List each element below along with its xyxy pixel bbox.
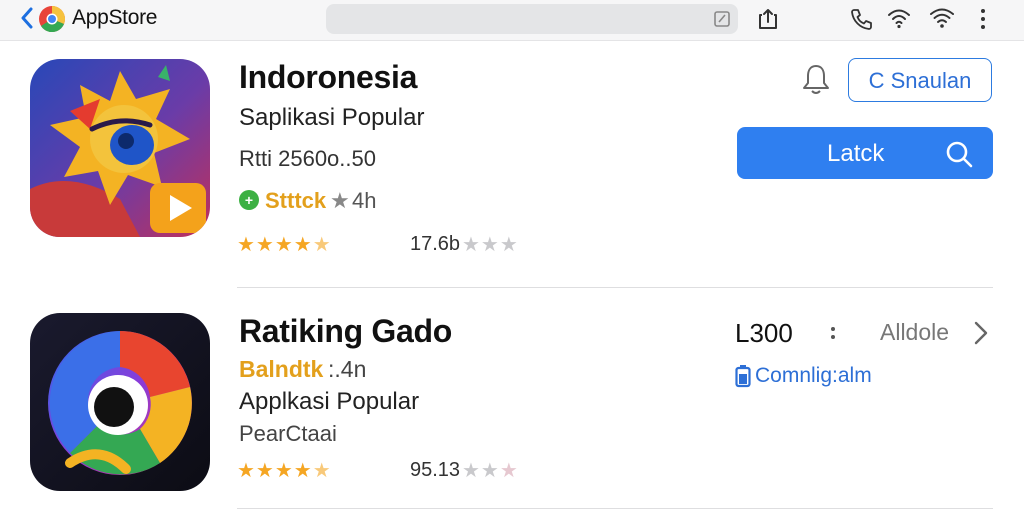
app-price: Rtti 2560o..50 [239, 146, 376, 171]
see-all-link[interactable]: Alldole [880, 319, 949, 346]
app-price: L300 [735, 318, 793, 348]
rating-stars: ★★★★★ [237, 234, 332, 256]
divider [237, 508, 993, 509]
rating-stars-empty: ★★★ [462, 234, 519, 256]
hotspot-icon[interactable] [886, 5, 912, 31]
app-icon[interactable] [30, 313, 210, 491]
app-icon[interactable] [30, 59, 210, 237]
upload-icon[interactable] [755, 6, 781, 32]
app-title-2[interactable]: Ratiking Gado [239, 313, 452, 350]
primary-button[interactable]: Latck [737, 127, 993, 179]
app-highlight-suffix: :.4n [328, 356, 367, 382]
app-title-1[interactable]: Indoronesia [239, 59, 417, 96]
app-logo [39, 6, 65, 33]
chevron-right-icon[interactable] [970, 320, 992, 346]
more-vertical-icon[interactable] [970, 6, 996, 32]
plus-badge-icon: + [239, 190, 259, 210]
rating-stars: ★★★★★ [237, 460, 332, 482]
app-highlight: Balndtk [239, 356, 324, 382]
app-category: PearCtaai [239, 421, 337, 446]
phone-icon[interactable] [848, 6, 874, 32]
app-subtitle: Saplikasi Popular [239, 104, 425, 131]
rating-count: 17.6b [410, 233, 461, 255]
back-chevron-icon[interactable] [20, 7, 34, 29]
secondary-button[interactable]: C Snaulan [848, 58, 992, 102]
app-tag: Stttck [265, 188, 327, 213]
app-title: AppStore [72, 6, 158, 29]
address-bar[interactable] [326, 4, 738, 34]
app-link[interactable]: Comnlig:alm [755, 364, 872, 388]
tag-star-icon: ★ [330, 188, 350, 213]
search-icon [946, 141, 973, 168]
app-subtitle: Applkasi Popular [239, 388, 420, 415]
rating-stars-empty: ★★★ [462, 460, 519, 482]
primary-button-label: Latck [827, 140, 885, 167]
bell-icon[interactable] [800, 62, 832, 96]
tag-rating: 4h [352, 188, 377, 213]
top-bar: AppStore [0, 0, 1024, 41]
divider [237, 287, 993, 288]
wifi-icon[interactable] [929, 5, 955, 31]
edit-icon[interactable] [712, 9, 732, 29]
rating-count: 95.13 [410, 459, 461, 481]
more-dots-icon[interactable] [828, 322, 838, 344]
battery-icon [735, 365, 751, 388]
